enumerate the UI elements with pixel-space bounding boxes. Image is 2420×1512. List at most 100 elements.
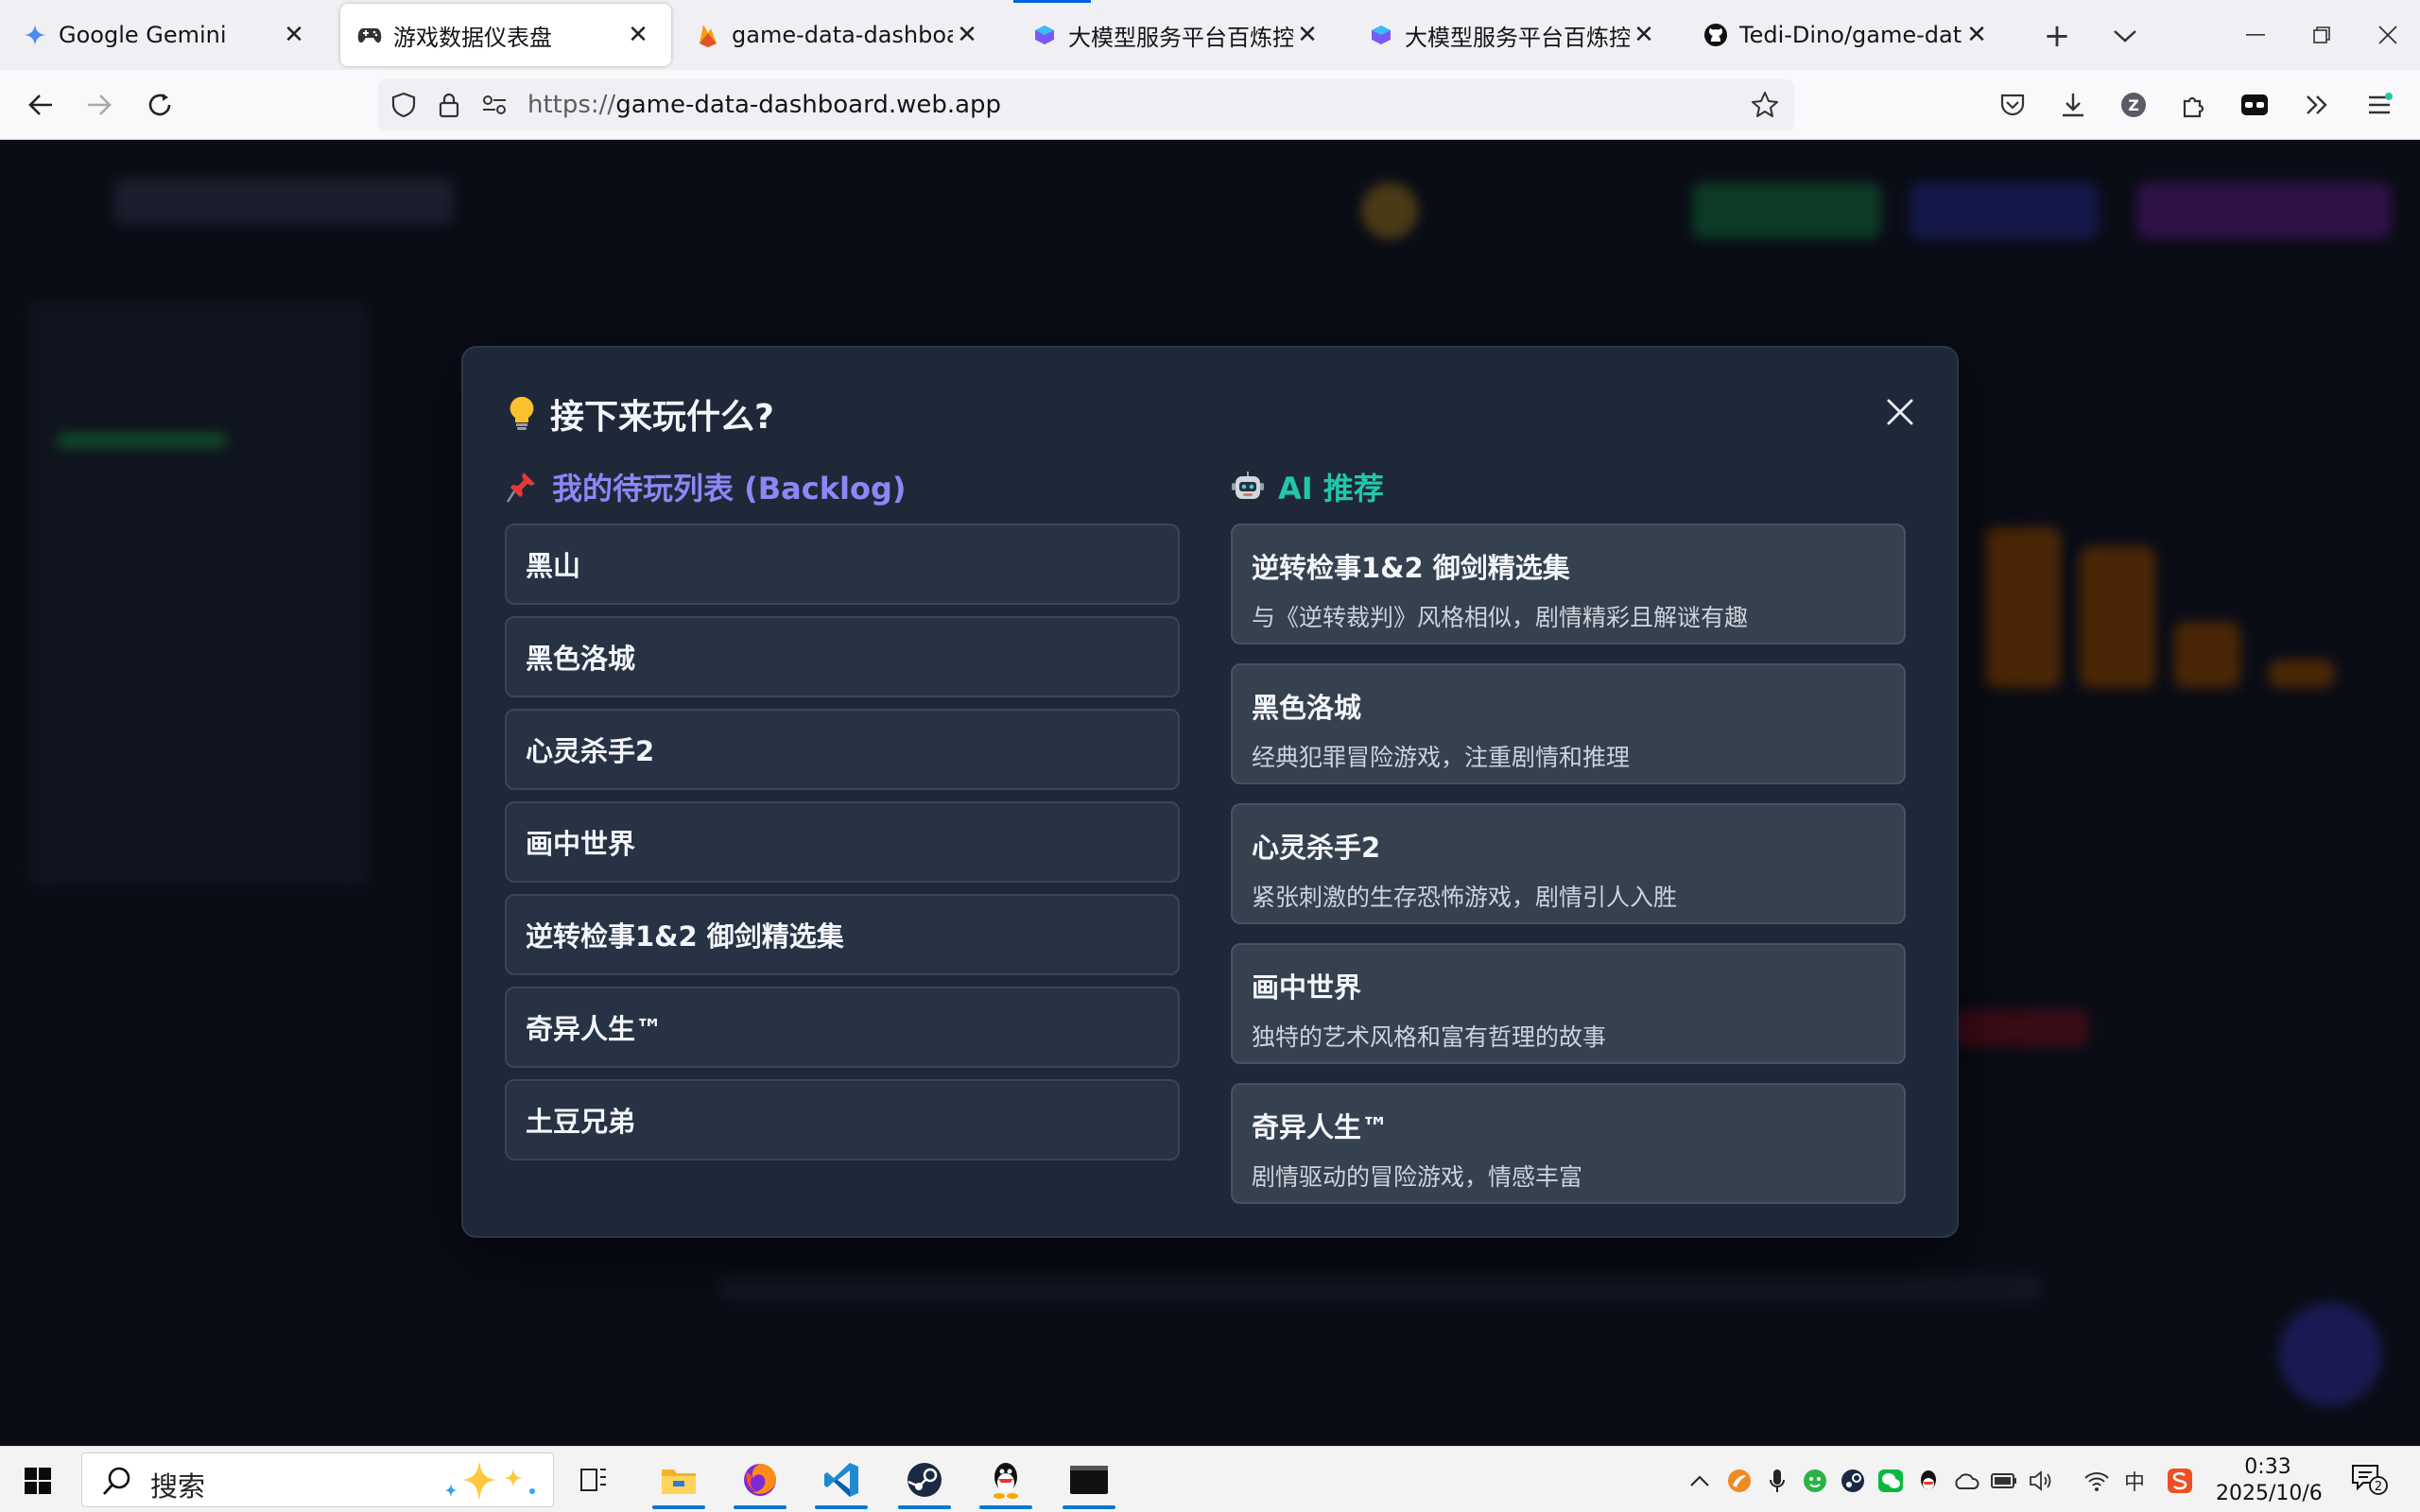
bailian-icon [1369,23,1393,47]
search-label: 搜索 [150,1470,206,1503]
close-tab-icon[interactable]: ✕ [624,21,652,49]
restore-button[interactable] [2293,13,2350,57]
shield-icon[interactable] [389,91,418,119]
permissions-icon[interactable] [480,91,509,119]
forward-button[interactable] [78,83,121,127]
new-tab-button[interactable]: + [2038,17,2076,55]
active-app-indicator [734,1505,786,1509]
terminal-icon[interactable] [1063,1454,1115,1509]
ai-recommend-item[interactable]: 画中世界 独特的艺术风格和富有哲理的故事 [1231,943,1906,1064]
active-app-indicator [815,1505,868,1509]
sparkle-icon [438,1459,542,1506]
tab-title: 游戏数据仪表盘 [393,24,552,51]
file-explorer-icon[interactable] [652,1454,705,1509]
wifi-icon[interactable] [2083,1468,2110,1494]
close-tab-icon[interactable]: ✕ [1962,21,1991,49]
active-app-indicator [898,1505,951,1509]
address-bar[interactable]: https://game-data-dashboard.web.app [378,79,1794,130]
sogou-input-icon[interactable] [2167,1468,2193,1494]
github-icon [1703,23,1728,47]
taskbar: 搜索 中 0:33 2025/10/6 2 [0,1446,2420,1512]
backlog-item[interactable]: 土豆兄弟 [505,1079,1180,1160]
speaker-icon[interactable] [2029,1468,2055,1494]
downloads-icon[interactable] [2051,83,2095,127]
menu-icon[interactable] [2358,83,2401,127]
backlog-item[interactable]: 逆转检事1&2 御剑精选集 [505,894,1180,975]
minimize-button[interactable] [2227,13,2284,57]
pocket-icon[interactable] [1991,83,2034,127]
notification-count: 2 [2375,1480,2382,1494]
qq-icon[interactable] [979,1454,1032,1509]
close-tab-icon[interactable]: ✕ [953,21,981,49]
vscode-icon[interactable] [815,1454,868,1509]
taskbar-search[interactable]: 搜索 [81,1452,554,1507]
reload-button[interactable] [138,83,182,127]
overflow-chevron-icon[interactable] [2295,83,2339,127]
private-extension-icon[interactable] [2233,83,2276,127]
close-tab-icon[interactable]: ✕ [1630,21,1658,49]
backlog-item[interactable]: 画中世界 [505,801,1180,883]
tab-gemini[interactable]: Google Gemini ✕ [6,4,327,66]
close-window-button[interactable] [2360,13,2416,57]
close-tab-icon[interactable]: ✕ [280,21,308,49]
steam-icon[interactable] [898,1454,951,1509]
ai-item-desc: 剧情驱动的冒险游戏，情感丰富 [1252,1163,1583,1191]
url-host: game-data-dashboard.web.app [615,91,1002,119]
windows-start-icon[interactable] [19,1462,57,1500]
steam-tray-icon[interactable] [1840,1468,1866,1494]
backlog-item[interactable]: 黑色洛城 [505,616,1180,697]
ai-recommend-list: 逆转检事1&2 御剑精选集 与《逆转裁判》风格相似，剧情精彩且解谜有趣 黑色洛城… [1231,524,1906,1223]
active-app-indicator [1063,1505,1115,1509]
clock-time: 0:33 [2244,1455,2291,1479]
account-avatar[interactable]: Z [2112,83,2155,127]
tab-github[interactable]: Tedi-Dino/game-data-da ✕ [1686,4,2010,66]
active-app-indicator [979,1505,1032,1509]
tab-bar: Google Gemini ✕ 游戏数据仪表盘 ✕ game-data-dash… [0,0,2420,70]
ai-item-desc: 紧张刺激的生存恐怖游戏，剧情引人入胜 [1252,884,1678,911]
close-modal-button[interactable] [1877,389,1923,435]
tab-firebase[interactable]: game-data-dashboard - ✕ [679,4,1000,66]
tab-title: 大模型服务平台百炼控制台 [1405,24,1630,51]
navigation-bar: https://game-data-dashboard.web.app Z [0,70,2420,140]
ime-indicator[interactable]: 中 [2121,1468,2148,1495]
task-view-icon[interactable] [567,1454,620,1505]
close-tab-icon[interactable]: ✕ [1293,21,1322,49]
ai-recommend-item[interactable]: 黑色洛城 经典犯罪冒险游戏，注重剧情和推理 [1231,663,1906,784]
battery-icon[interactable] [1991,1468,2017,1494]
ai-recommend-item[interactable]: 心灵杀手2 紧张刺激的生存恐怖游戏，剧情引人入胜 [1231,803,1906,924]
show-hidden-icons-chevron[interactable] [1686,1468,1713,1494]
tab-bailian-2[interactable]: 大模型服务平台百炼控制台 ✕ [1352,4,1677,66]
backlog-item[interactable]: 奇异人生™ [505,987,1180,1068]
ai-item-name: 画中世界 [1252,971,1362,1004]
ai-item-name: 黑色洛城 [1252,692,1362,724]
url-text[interactable]: https://game-data-dashboard.web.app [527,91,1001,119]
ai-item-name: 心灵杀手2 [1252,832,1381,864]
ai-recommend-item[interactable]: 奇异人生™ 剧情驱动的冒险游戏，情感丰富 [1231,1083,1906,1204]
system-clock[interactable]: 0:33 2025/10/6 [2216,1454,2323,1507]
back-button[interactable] [19,83,62,127]
lock-icon[interactable] [435,91,463,119]
ai-item-name: 逆转检事1&2 御剑精选集 [1252,552,1570,584]
wechat-icon[interactable] [1877,1468,1904,1494]
search-icon [101,1465,133,1501]
tab-title: Google Gemini [59,22,227,48]
page-viewport: 接下来玩什么? 我的待玩列表 (Backlog) 黑山 黑色洛城 心灵杀手2 画… [0,140,2420,1446]
firefox-icon[interactable] [734,1454,786,1509]
microphone-icon[interactable] [1764,1468,1790,1494]
avatar-initial: Z [2128,96,2139,114]
qq-tray-icon[interactable] [1915,1468,1942,1494]
backlog-list: 黑山 黑色洛城 心灵杀手2 画中世界 逆转检事1&2 御剑精选集 奇异人生™ 土… [505,524,1180,1166]
bookmark-star-icon[interactable] [1751,91,1779,119]
tab-bailian-1[interactable]: 大模型服务平台百炼控制台 ✕ [1015,4,1340,66]
tab-game-dashboard[interactable]: 游戏数据仪表盘 ✕ [340,4,671,66]
backlog-item[interactable]: 心灵杀手2 [505,709,1180,790]
orange-app-tray-icon[interactable] [1726,1468,1753,1494]
tab-title: 大模型服务平台百炼控制台 [1068,24,1293,51]
backlog-item[interactable]: 黑山 [505,524,1180,605]
extensions-icon[interactable] [2172,83,2216,127]
notification-center-icon[interactable]: 2 [2348,1462,2390,1496]
green-app-tray-icon[interactable] [1802,1468,1828,1494]
ai-recommend-item[interactable]: 逆转检事1&2 御剑精选集 与《逆转裁判》风格相似，剧情精彩且解谜有趣 [1231,524,1906,644]
onedrive-cloud-icon[interactable] [1953,1468,1979,1494]
list-tabs-chevron-icon[interactable] [2106,17,2144,55]
